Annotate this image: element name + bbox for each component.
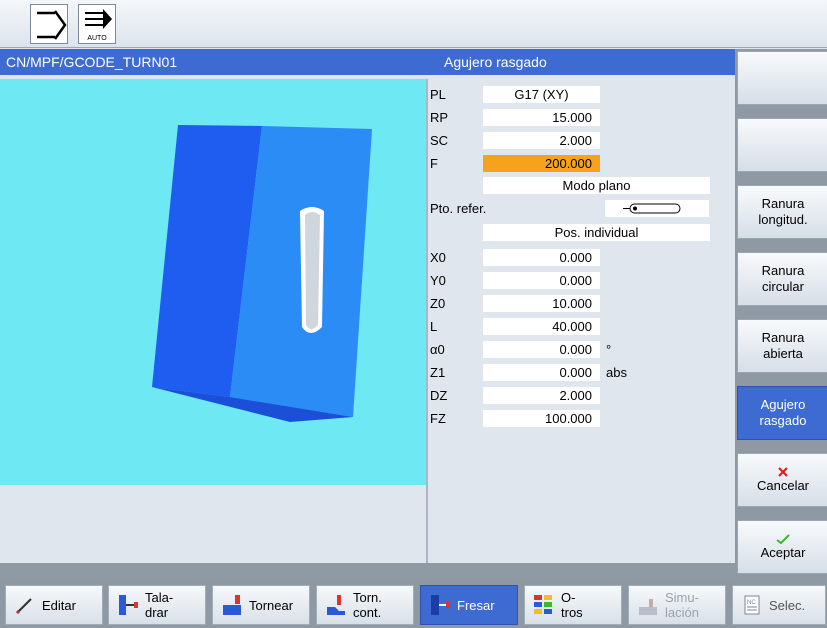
softkey-1[interactable] (737, 51, 827, 105)
param-value-sc[interactable]: 2.000 (483, 132, 600, 149)
help-graphic (0, 79, 426, 485)
softkey-label: Ranura (761, 330, 805, 345)
otros-button[interactable]: O-tros (524, 585, 622, 625)
param-unit-alpha0: ° (606, 342, 612, 357)
param-label-ref-point: Pto. refer. (430, 201, 487, 216)
softkey-ranura-abierta[interactable]: Ranura abierta (737, 319, 827, 373)
cancel-label: Cancelar (756, 478, 810, 493)
turning-icon (221, 593, 243, 617)
softkey-label: Ranura (761, 196, 805, 211)
param-label-pl: PL (430, 87, 446, 102)
param-label-rp: RP (430, 110, 449, 125)
contour-turning-icon (325, 593, 347, 617)
softkey-label: circular (762, 279, 804, 294)
ref-point-slot-icon (623, 203, 681, 214)
others-grid-icon (533, 593, 555, 617)
auto-arrow-icon (85, 9, 112, 29)
param-label-sc: SC (430, 133, 449, 148)
param-value-machining-mode[interactable]: Modo plano (483, 177, 710, 194)
machine-mode-button[interactable] (30, 4, 68, 44)
torn-cont-button[interactable]: Torn. cont. (316, 585, 414, 625)
param-value-dz[interactable]: 2.000 (483, 387, 600, 404)
cycle-title: Agujero rasgado (444, 54, 547, 70)
header-bar: CN/MPF/GCODE_TURN01 Agujero rasgado (0, 49, 735, 75)
param-label-y0: Y0 (430, 273, 446, 288)
fresar-label: Fresar (457, 597, 495, 613)
param-unit-z1[interactable]: abs (606, 365, 627, 380)
drill-icon (117, 593, 139, 617)
accept-label: Aceptar (760, 545, 806, 560)
tornear-button[interactable]: Tornear (212, 585, 310, 625)
accept-button[interactable]: Aceptar (737, 520, 827, 574)
softkey-label: rasgado (759, 413, 807, 428)
softkey-2[interactable] (737, 118, 827, 172)
param-label-z0: Z0 (430, 296, 446, 311)
fresar-button[interactable]: Fresar (420, 585, 518, 625)
accept-check-icon (776, 534, 790, 545)
tornear-label: Tornear (249, 597, 294, 613)
taladrar-label: Tala-drar (145, 590, 174, 620)
program-path: CN/MPF/GCODE_TURN01 (6, 54, 178, 70)
param-label-dz: DZ (430, 388, 448, 403)
workpiece-illustration (152, 125, 372, 422)
auto-label: AUTO (87, 35, 107, 42)
simulacion-label: Simu-lación (665, 590, 699, 620)
softkey-agujero-rasgado[interactable]: Agujero rasgado (737, 386, 827, 440)
vertical-softkey-bar: Ranura longitud. Ranura circular Ranura … (735, 49, 827, 579)
cancel-button[interactable]: Cancelar (737, 453, 827, 507)
softkey-label: longitud. (758, 212, 808, 227)
softkey-ranura-longitud[interactable]: Ranura longitud. (737, 185, 827, 239)
softkey-label: abierta (763, 346, 803, 361)
param-value-pl[interactable]: G17 (XY) (483, 86, 600, 103)
param-value-fz[interactable]: 100.000 (483, 410, 600, 427)
softkey-label: Agujero (760, 397, 806, 412)
cancel-x-icon (778, 467, 788, 477)
softkey-ranura-circular[interactable]: Ranura circular (737, 252, 827, 306)
param-value-l[interactable]: 40.000 (483, 318, 600, 335)
param-label-alpha0: α0 (430, 342, 445, 357)
nc-file-icon: NC (741, 593, 763, 617)
param-label-l: L (430, 319, 438, 334)
softkey-label: Ranura (761, 263, 805, 278)
param-value-rp[interactable]: 15.000 (483, 109, 600, 126)
taladrar-button[interactable]: Tala-drar (108, 585, 206, 625)
param-value-z1[interactable]: 0.000 (483, 364, 600, 381)
param-value-f[interactable]: 200.000 (483, 155, 600, 172)
machine-arrow-icon (37, 10, 67, 40)
ref-point-selector[interactable] (605, 200, 709, 217)
param-value-alpha0[interactable]: 0.000 (483, 341, 600, 358)
selec-label: Selec. (769, 597, 806, 613)
simulation-icon (637, 593, 659, 617)
param-label-z1: Z1 (430, 365, 446, 380)
simulacion-button[interactable]: Simu-lación (628, 585, 726, 625)
top-toolbar: AUTO (0, 0, 827, 48)
svg-text:NC: NC (747, 600, 756, 606)
info-panel (0, 485, 426, 563)
pencil-icon (14, 593, 36, 617)
param-value-position-mode[interactable]: Pos. individual (483, 224, 710, 241)
horizontal-softkey-bar: Editar Tala-drar Tornear Torn. cont. Fres… (0, 579, 827, 628)
param-label-fz: FZ (430, 411, 446, 426)
param-label-x0: X0 (430, 250, 446, 265)
status-bar (0, 563, 735, 579)
auto-mode-button[interactable]: AUTO (78, 4, 116, 44)
selec-button[interactable]: NC Selec. (732, 585, 826, 625)
param-value-z0[interactable]: 10.000 (483, 295, 600, 312)
param-value-y0[interactable]: 0.000 (483, 272, 600, 289)
parameter-form: PL G17 (XY) RP 15.000 SC 2.000 F 200.000… (428, 79, 734, 563)
torn-cont-label: Torn. cont. (353, 590, 382, 620)
param-label-f: F (430, 156, 438, 171)
editar-button[interactable]: Editar (5, 585, 103, 625)
milling-icon (429, 593, 451, 617)
editar-label: Editar (42, 597, 76, 613)
param-value-x0[interactable]: 0.000 (483, 249, 600, 266)
otros-label: O-tros (561, 590, 583, 620)
